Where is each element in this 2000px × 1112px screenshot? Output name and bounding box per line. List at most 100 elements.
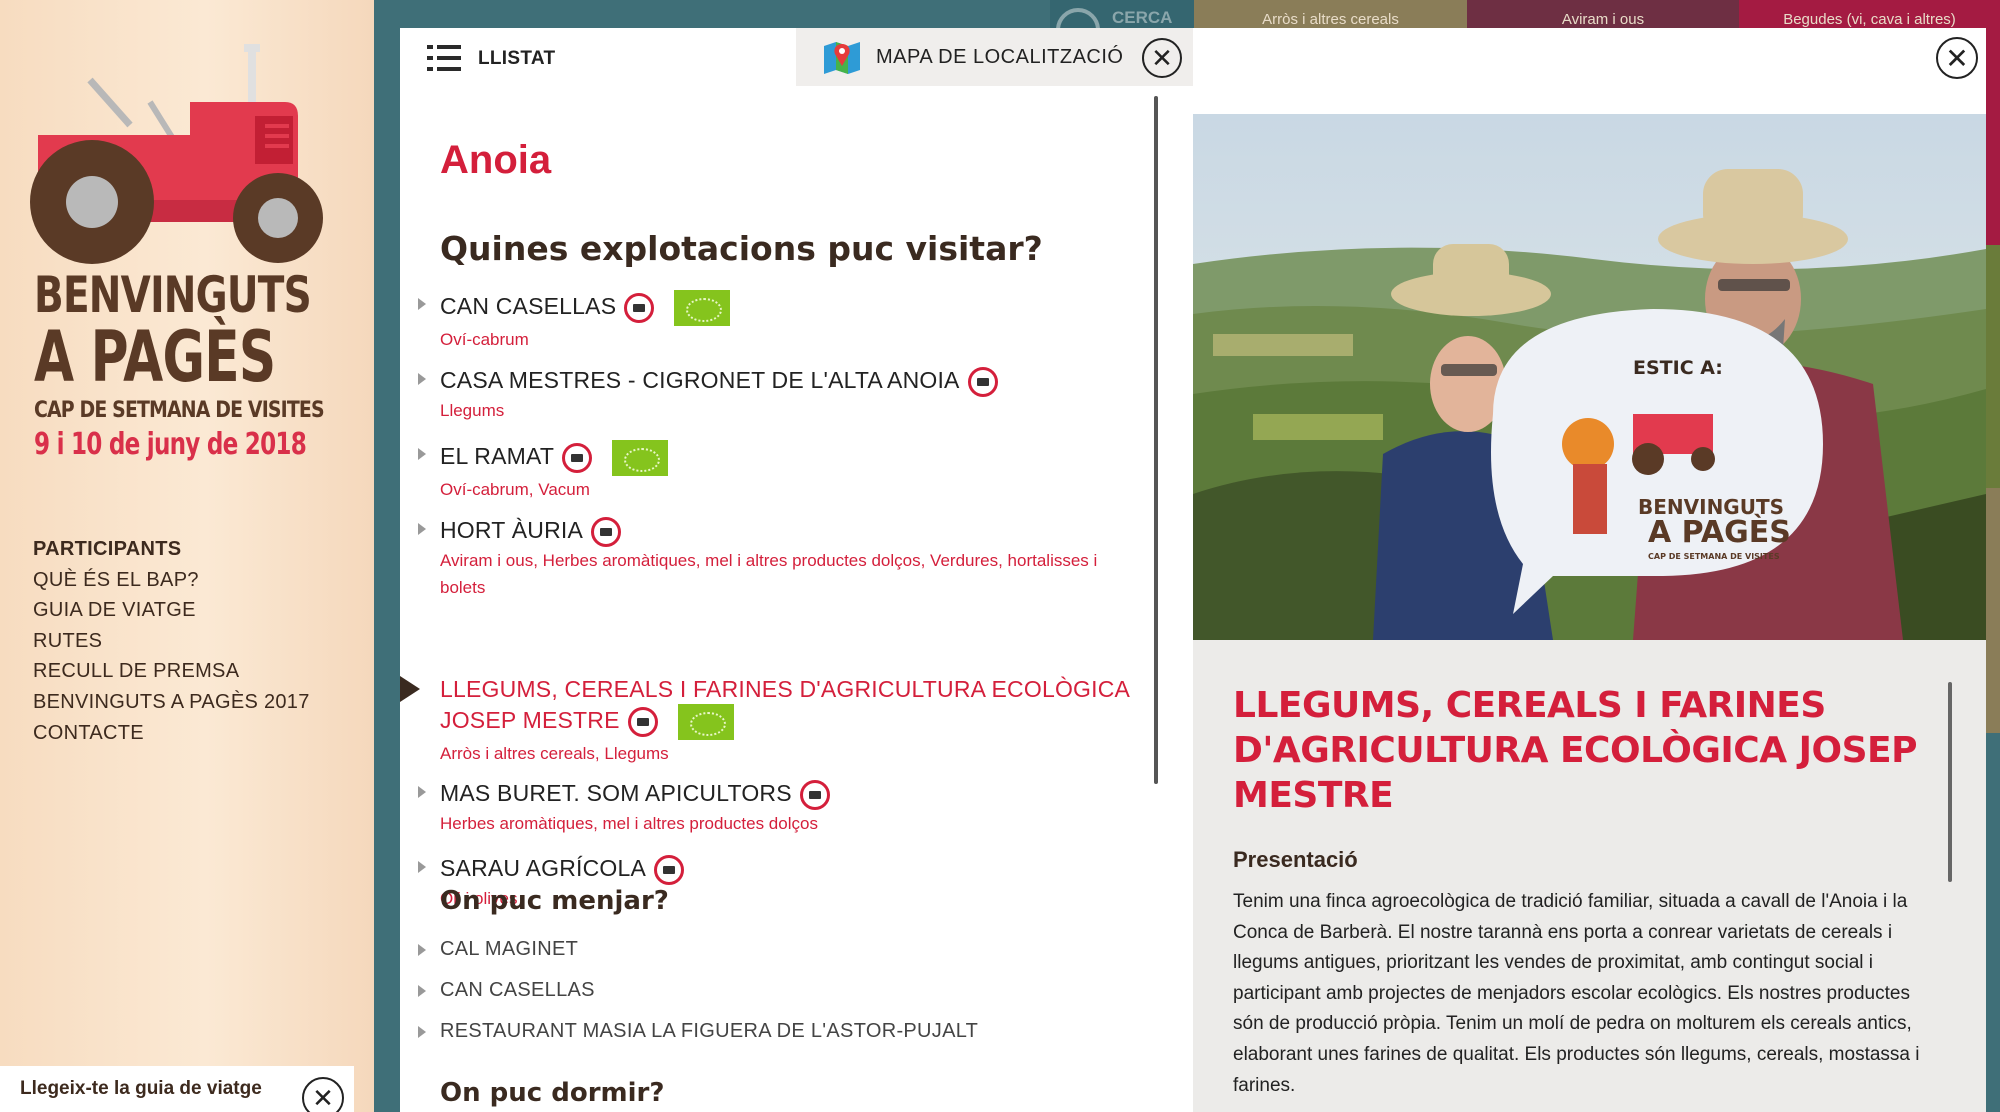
- photo-sign-logo-line2: A PAGÈS: [1648, 514, 1791, 550]
- farm-name-line: CASA MESTRES - CIGRONET DE L'ALTA ANOIA: [440, 365, 1140, 397]
- detail-scrollbar[interactable]: [1948, 682, 1952, 882]
- restaurant-name: RESTAURANT MASIA LA FIGUERA DE L'ASTOR-P…: [440, 1020, 979, 1042]
- list-icon[interactable]: [427, 45, 461, 71]
- eco-leaf-icon: [612, 440, 669, 476]
- close-icon[interactable]: ✕: [1936, 37, 1978, 79]
- caret-right-icon: [418, 373, 426, 385]
- sidebar-item-bap-2017[interactable]: BENVINGUTS A PAGÈS 2017: [33, 687, 310, 718]
- category-tab-begudes[interactable]: Begudes (vi, cava i altres): [1739, 0, 2000, 28]
- bap-badge-icon: [562, 443, 593, 473]
- restaurant-item[interactable]: CAN CASELLAS: [418, 979, 595, 1002]
- farm-name: CAN CASELLAS: [440, 293, 617, 320]
- farm-name-line: EL RAMAT: [440, 440, 1140, 476]
- photo-sign-logo-line3: CAP DE SETMANA DE VISITES: [1648, 552, 1780, 561]
- background-category-strip: CERCA Arròs i altres cereals Aviram i ou…: [1050, 0, 2000, 28]
- farm-name-line: JOSEP MESTRE: [440, 704, 1140, 740]
- category-tab-aviram[interactable]: Aviram i ous: [1467, 0, 1739, 28]
- bap-badge-icon: [654, 854, 685, 885]
- farm-item[interactable]: EL RAMAT Oví-cabrum, Vacum: [418, 440, 1140, 503]
- category-tab-arros[interactable]: Arròs i altres cereals: [1194, 0, 1467, 28]
- sidebar-item-recull-de-premsa[interactable]: RECULL DE PREMSA: [33, 656, 310, 687]
- logo-title-line2: A PAGÈS: [34, 316, 276, 398]
- farm-name: EL RAMAT: [440, 443, 555, 470]
- active-item-marker-icon: [400, 676, 420, 702]
- bap-badge-icon: [967, 366, 998, 397]
- sidebar: BENVINGUTS A PAGÈS CAP DE SETMANA DE VIS…: [0, 0, 374, 1112]
- search-icon: [1056, 8, 1100, 28]
- sidebar-item-guia-de-viatge[interactable]: GUIA DE VIATGE: [33, 595, 310, 626]
- farm-categories: Herbes aromàtiques, mel i altres product…: [440, 813, 818, 833]
- caret-right-icon: [418, 985, 426, 997]
- section-title-visit: Quines explotacions puc visitar?: [440, 229, 1043, 268]
- search-button-bg: CERCA: [1050, 0, 1194, 28]
- close-icon[interactable]: ✕: [302, 1077, 344, 1112]
- restaurant-item[interactable]: RESTAURANT MASIA LA FIGUERA DE L'ASTOR-P…: [418, 1020, 979, 1043]
- region-title: Anoia: [440, 138, 552, 182]
- farm-categories: Oví-cabrum: [440, 330, 529, 349]
- farm-name: CASA MESTRES - CIGRONET DE L'ALTA ANOIA: [440, 367, 960, 393]
- caret-right-icon: [418, 861, 426, 873]
- farm-name-line: MAS BURET. SOM APICULTORS: [440, 778, 1140, 810]
- list-tab-label[interactable]: LLISTAT: [478, 48, 555, 70]
- farm-photo: ESTIC A: BENVINGUTS A PAGÈS CAP DE SETMA…: [1193, 114, 1986, 640]
- farm-name-line: CAN CASELLAS: [440, 290, 1140, 326]
- sidebar-item-contacte[interactable]: CONTACTE: [33, 718, 310, 749]
- eco-leaf-icon: [674, 290, 731, 326]
- bap-badge-icon: [627, 707, 658, 737]
- map-tab[interactable]: MAPA DE LOCALITZACIÓ: [796, 28, 1193, 86]
- travel-guide-label: Llegeix-te la guia de viatge: [20, 1078, 262, 1099]
- list-content[interactable]: Anoia Quines explotacions puc visitar? C…: [400, 86, 1193, 1112]
- restaurant-item[interactable]: CAL MAGINET: [418, 938, 579, 961]
- caret-right-icon: [418, 944, 426, 956]
- list-header: LLISTAT MAPA DE LOCALITZACIÓ ✕: [400, 28, 1193, 86]
- detail-header: [1193, 28, 1986, 114]
- farm-categories: Aviram i ous, Herbes aromàtiques, mel i …: [440, 550, 1098, 597]
- farm-name-line2: JOSEP MESTRE: [440, 707, 620, 734]
- eco-leaf-icon: [677, 704, 734, 740]
- presentation-text: Tenim una finca agroecològica de tradici…: [1233, 891, 1920, 1096]
- farm-categories: Llegums: [440, 400, 505, 420]
- farm-categories: Arròs i altres cereals, Llegums: [440, 744, 669, 763]
- farm-detail-title: LLEGUMS, CEREALS I FARINES D'AGRICULTURA…: [1233, 685, 1918, 816]
- caret-right-icon: [418, 786, 426, 798]
- caret-right-icon: [418, 298, 426, 310]
- farm-name-line: HORT ÀURIA: [440, 515, 1140, 547]
- map-icon: [822, 40, 862, 74]
- search-label: CERCA: [1112, 8, 1173, 27]
- restaurant-name: CAL MAGINET: [440, 938, 579, 960]
- sidebar-item-participants[interactable]: PARTICIPANTS: [33, 534, 310, 565]
- sidebar-nav: PARTICIPANTS QUÈ ÉS EL BAP? GUIA DE VIAT…: [33, 534, 310, 748]
- category-color-stripes: [1986, 0, 2000, 1112]
- farm-item[interactable]: MAS BURET. SOM APICULTORS Herbes aromàti…: [418, 778, 1140, 837]
- farm-name: SARAU AGRÍCOLA: [440, 855, 647, 881]
- close-icon[interactable]: ✕: [1142, 38, 1182, 78]
- farm-name: HORT ÀURIA: [440, 517, 584, 543]
- section-title-sleep: On puc dormir?: [440, 1078, 665, 1108]
- sidebar-item-que-es-el-bap[interactable]: QUÈ ÉS EL BAP?: [33, 565, 310, 596]
- bap-badge-icon: [624, 293, 655, 323]
- restaurant-name: CAN CASELLAS: [440, 979, 595, 1001]
- photo-sign-text: ESTIC A:: [1633, 357, 1723, 379]
- logo-title-line1: BENVINGUTS: [34, 266, 312, 324]
- farm-name: MAS BURET. SOM APICULTORS: [440, 780, 792, 806]
- travel-guide-banner[interactable]: Llegeix-te la guia de viatge: [0, 1066, 354, 1112]
- logo-subtitle: CAP DE SETMANA DE VISITES: [34, 398, 325, 423]
- farm-item[interactable]: CAN CASELLAS Oví-cabrum: [418, 290, 1140, 353]
- farm-name: LLEGUMS, CEREALS I FARINES D'AGRICULTURA…: [440, 676, 1131, 702]
- farm-name-line: SARAU AGRÍCOLA: [440, 853, 1140, 885]
- farm-item[interactable]: HORT ÀURIA Aviram i ous, Herbes aromàtiq…: [418, 515, 1140, 601]
- list-scrollbar[interactable]: [1154, 96, 1158, 784]
- section-title-eat: On puc menjar?: [440, 886, 669, 916]
- caret-right-icon: [418, 1026, 426, 1038]
- sidebar-item-rutes[interactable]: RUTES: [33, 626, 310, 657]
- farm-item-active[interactable]: LLEGUMS, CEREALS I FARINES D'AGRICULTURA…: [440, 674, 1140, 767]
- farm-item[interactable]: CASA MESTRES - CIGRONET DE L'ALTA ANOIA …: [418, 365, 1140, 424]
- logo-dates: 9 i 10 de juny de 2018: [34, 427, 307, 462]
- bap-badge-icon: [591, 516, 622, 547]
- map-tab-label: MAPA DE LOCALITZACIÓ: [876, 45, 1124, 68]
- participants-list-panel: LLISTAT MAPA DE LOCALITZACIÓ ✕ Anoia Qui…: [400, 28, 1193, 1112]
- caret-right-icon: [418, 523, 426, 535]
- tractor-logo-icon: [30, 44, 323, 264]
- presentation-heading: Presentació: [1233, 847, 1358, 872]
- benvinguts-a-pages-logo[interactable]: BENVINGUTS A PAGÈS CAP DE SETMANA DE VIS…: [30, 40, 330, 470]
